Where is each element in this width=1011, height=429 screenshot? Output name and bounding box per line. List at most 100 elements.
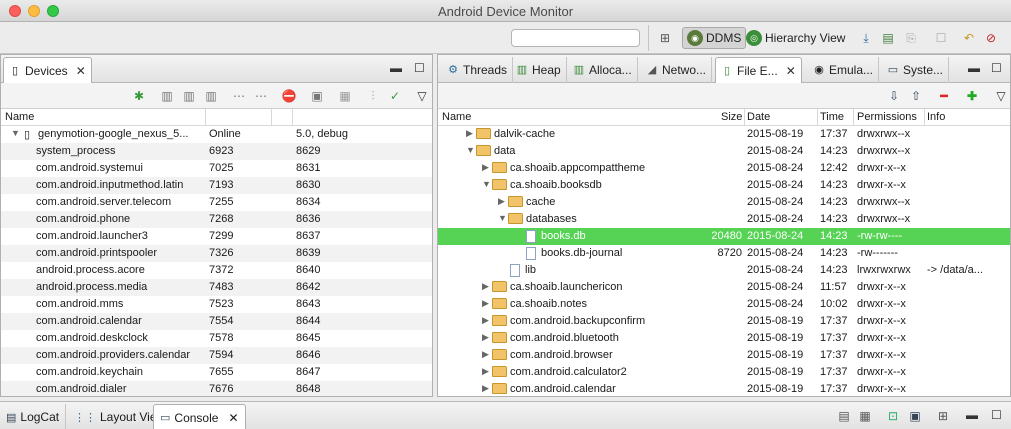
disabled-dropdown-icon[interactable]: ☐: [933, 30, 949, 46]
minimize-panel-icon[interactable]: ▬: [968, 61, 980, 75]
tab-network-statistics[interactable]: ◢ Netwo...: [641, 57, 713, 83]
column-header-time[interactable]: Time: [820, 111, 844, 123]
expand-arrow-icon[interactable]: ▶: [482, 315, 489, 326]
expand-arrow-icon[interactable]: ▶: [482, 383, 489, 394]
folder-row[interactable]: ▶ com.android.bluetooth 2015-08-19 17:37 drw…: [438, 330, 1010, 347]
tab-file-explorer[interactable]: ▯ File E... ✕: [715, 57, 802, 83]
cause-gc-icon[interactable]: ▥: [203, 88, 219, 104]
file-row[interactable]: lib 2015-08-24 14:23 lrwxrwxrwx -> /data/a..…: [438, 262, 1010, 279]
view-menu-icon[interactable]: ▽: [414, 88, 430, 104]
expand-arrow-icon[interactable]: ▶: [482, 298, 489, 309]
close-icon[interactable]: ✕: [76, 64, 86, 78]
push-file-icon[interactable]: ⇧: [908, 88, 924, 104]
screen-capture-icon[interactable]: ▣: [309, 88, 325, 104]
systrace-icon[interactable]: ⫶: [365, 88, 381, 104]
process-row[interactable]: com.android.systemui 7025 8631: [1, 160, 432, 177]
process-row[interactable]: com.android.phone 7268 8636: [1, 211, 432, 228]
expand-arrow-icon[interactable]: ▶: [482, 162, 489, 173]
file-row[interactable]: books.db-journal 8720 2015-08-24 14:23 -rw--…: [438, 245, 1010, 262]
dump-hprof-icon[interactable]: ▥: [181, 88, 197, 104]
close-icon[interactable]: ✕: [786, 64, 796, 78]
tab-threads[interactable]: ⚙ Threads: [442, 57, 514, 83]
process-row[interactable]: android.process.acore 7372 8640: [1, 262, 432, 279]
folder-row[interactable]: ▶ ca.shoaib.appcompattheme 2015-08-24 12:42…: [438, 160, 1010, 177]
collapse-arrow-icon[interactable]: ▼: [482, 179, 491, 189]
process-row[interactable]: com.android.deskclock 7578 8645: [1, 330, 432, 347]
column-header-size[interactable]: Size: [721, 111, 742, 123]
folder-row[interactable]: ▶ com.android.calculator2 2015-08-19 17:37 d…: [438, 364, 1010, 381]
folder-row[interactable]: ▶ com.android.backupconfirm 2015-08-19 17:3…: [438, 313, 1010, 330]
stop-icon[interactable]: ⛔: [281, 88, 297, 104]
maximize-panel-icon[interactable]: ☐: [414, 61, 425, 75]
clear-console-icon[interactable]: ▤: [836, 408, 852, 424]
folder-row[interactable]: ▶ dalvik-cache 2015-08-19 17:37 drwxrwx--x: [438, 126, 1010, 143]
expand-arrow-icon[interactable]: ▶: [482, 332, 489, 343]
perspective-ddms[interactable]: ◉ DDMS: [682, 27, 747, 49]
folder-row[interactable]: ▶ ca.shoaib.notes 2015-08-24 10:02 drwxr-x--…: [438, 296, 1010, 313]
view-menu-icon[interactable]: ▽: [993, 88, 1009, 104]
folder-row[interactable]: ▶ com.android.calendar 2015-08-19 17:37 drwx…: [438, 381, 1010, 396]
display-console-icon[interactable]: ▣: [907, 408, 923, 424]
process-row[interactable]: com.android.server.telecom 7255 8634: [1, 194, 432, 211]
expand-arrow-icon[interactable]: ▶: [498, 196, 505, 207]
column-header-name[interactable]: Name: [5, 111, 34, 123]
open-perspective-icon[interactable]: ⊞: [657, 30, 673, 46]
expand-arrow-icon[interactable]: ▶: [482, 281, 489, 292]
pin-console-icon[interactable]: ⊡: [885, 408, 901, 424]
folder-row[interactable]: ▼ data 2015-08-24 14:23 drwxrwx--x: [438, 143, 1010, 160]
tab-console[interactable]: ▭ Console ✕: [153, 404, 246, 429]
tab-heap[interactable]: ▥ Heap: [511, 57, 567, 83]
tab-allocation-tracker[interactable]: ▥ Alloca...: [568, 57, 638, 83]
download-icon[interactable]: ⤓: [858, 30, 874, 46]
column-header-info[interactable]: Info: [927, 111, 945, 123]
collapse-arrow-icon[interactable]: ▼: [466, 145, 475, 155]
dump-view-hierarchy-icon[interactable]: ▦: [337, 88, 353, 104]
file-row[interactable]: books.db 20480 2015-08-24 14:23 -rw-rw----: [438, 228, 1010, 245]
minimize-panel-icon[interactable]: ▬: [966, 408, 978, 422]
opengl-trace-icon[interactable]: ✓: [387, 88, 403, 104]
expand-arrow-icon[interactable]: ▶: [482, 366, 489, 377]
debug-bug-icon[interactable]: ✱: [131, 88, 147, 104]
tab-emulator-control[interactable]: ◉ Emula...: [808, 57, 880, 83]
quick-access-search-input[interactable]: [511, 29, 640, 47]
new-folder-icon[interactable]: ✚: [964, 88, 980, 104]
expand-arrow-icon[interactable]: ▶: [482, 349, 489, 360]
column-header-permissions[interactable]: Permissions: [857, 111, 917, 123]
open-console-icon[interactable]: ⊞: [935, 408, 951, 424]
tab-logcat[interactable]: ▤ LogCat: [0, 404, 67, 429]
pull-file-icon[interactable]: ⇩: [886, 88, 902, 104]
folder-row[interactable]: ▼ ca.shoaib.booksdb 2015-08-24 14:23 drwxr-x…: [438, 177, 1010, 194]
tab-devices[interactable]: ▯ Devices ✕: [3, 57, 92, 83]
process-row[interactable]: com.android.printspooler 7326 8639: [1, 245, 432, 262]
minimize-panel-icon[interactable]: ▬: [390, 61, 402, 75]
delete-icon[interactable]: ━: [936, 88, 952, 104]
process-row[interactable]: com.android.mms 7523 8643: [1, 296, 432, 313]
process-row[interactable]: system_process 6923 8629: [1, 143, 432, 160]
process-row[interactable]: com.android.dialer 7676 8648: [1, 381, 432, 396]
collapse-arrow-icon[interactable]: ▼: [498, 213, 507, 223]
device-screen-icon[interactable]: ▤: [880, 30, 896, 46]
process-row[interactable]: android.process.media 7483 8642: [1, 279, 432, 296]
back-arrow-icon[interactable]: ↶: [961, 30, 977, 46]
maximize-panel-icon[interactable]: ☐: [991, 61, 1002, 75]
update-heap-icon[interactable]: ▥: [159, 88, 175, 104]
disabled-action-icon[interactable]: ⎘: [903, 30, 919, 46]
process-row[interactable]: com.android.providers.calendar 7594 8646: [1, 347, 432, 364]
perspective-hierarchy-view[interactable]: ◎ Hierarchy View: [742, 27, 849, 49]
tab-system-information[interactable]: ▭ Syste...: [882, 57, 950, 83]
device-row[interactable]: ▼ ▯ genymotion-google_nexus_5... Online …: [1, 126, 432, 143]
method-profiling-icon[interactable]: ⋯: [253, 88, 269, 104]
process-row[interactable]: com.android.calendar 7554 8644: [1, 313, 432, 330]
process-row[interactable]: com.android.keychain 7655 8647: [1, 364, 432, 381]
close-icon[interactable]: ✕: [228, 411, 238, 425]
folder-row[interactable]: ▶ cache 2015-08-24 14:23 drwxrwx--x: [438, 194, 1010, 211]
update-threads-icon[interactable]: ⋯: [231, 88, 247, 104]
maximize-panel-icon[interactable]: ☐: [991, 408, 1002, 422]
process-row[interactable]: com.android.launcher3 7299 8637: [1, 228, 432, 245]
column-header-date[interactable]: Date: [747, 111, 770, 123]
process-row[interactable]: com.android.inputmethod.latin 7193 8630: [1, 177, 432, 194]
column-header-name[interactable]: Name: [442, 111, 471, 123]
collapse-arrow-icon[interactable]: ▼: [11, 128, 20, 138]
folder-row[interactable]: ▶ com.android.browser 2015-08-19 17:37 drwxr…: [438, 347, 1010, 364]
stop-process-icon[interactable]: ⊘: [983, 30, 999, 46]
